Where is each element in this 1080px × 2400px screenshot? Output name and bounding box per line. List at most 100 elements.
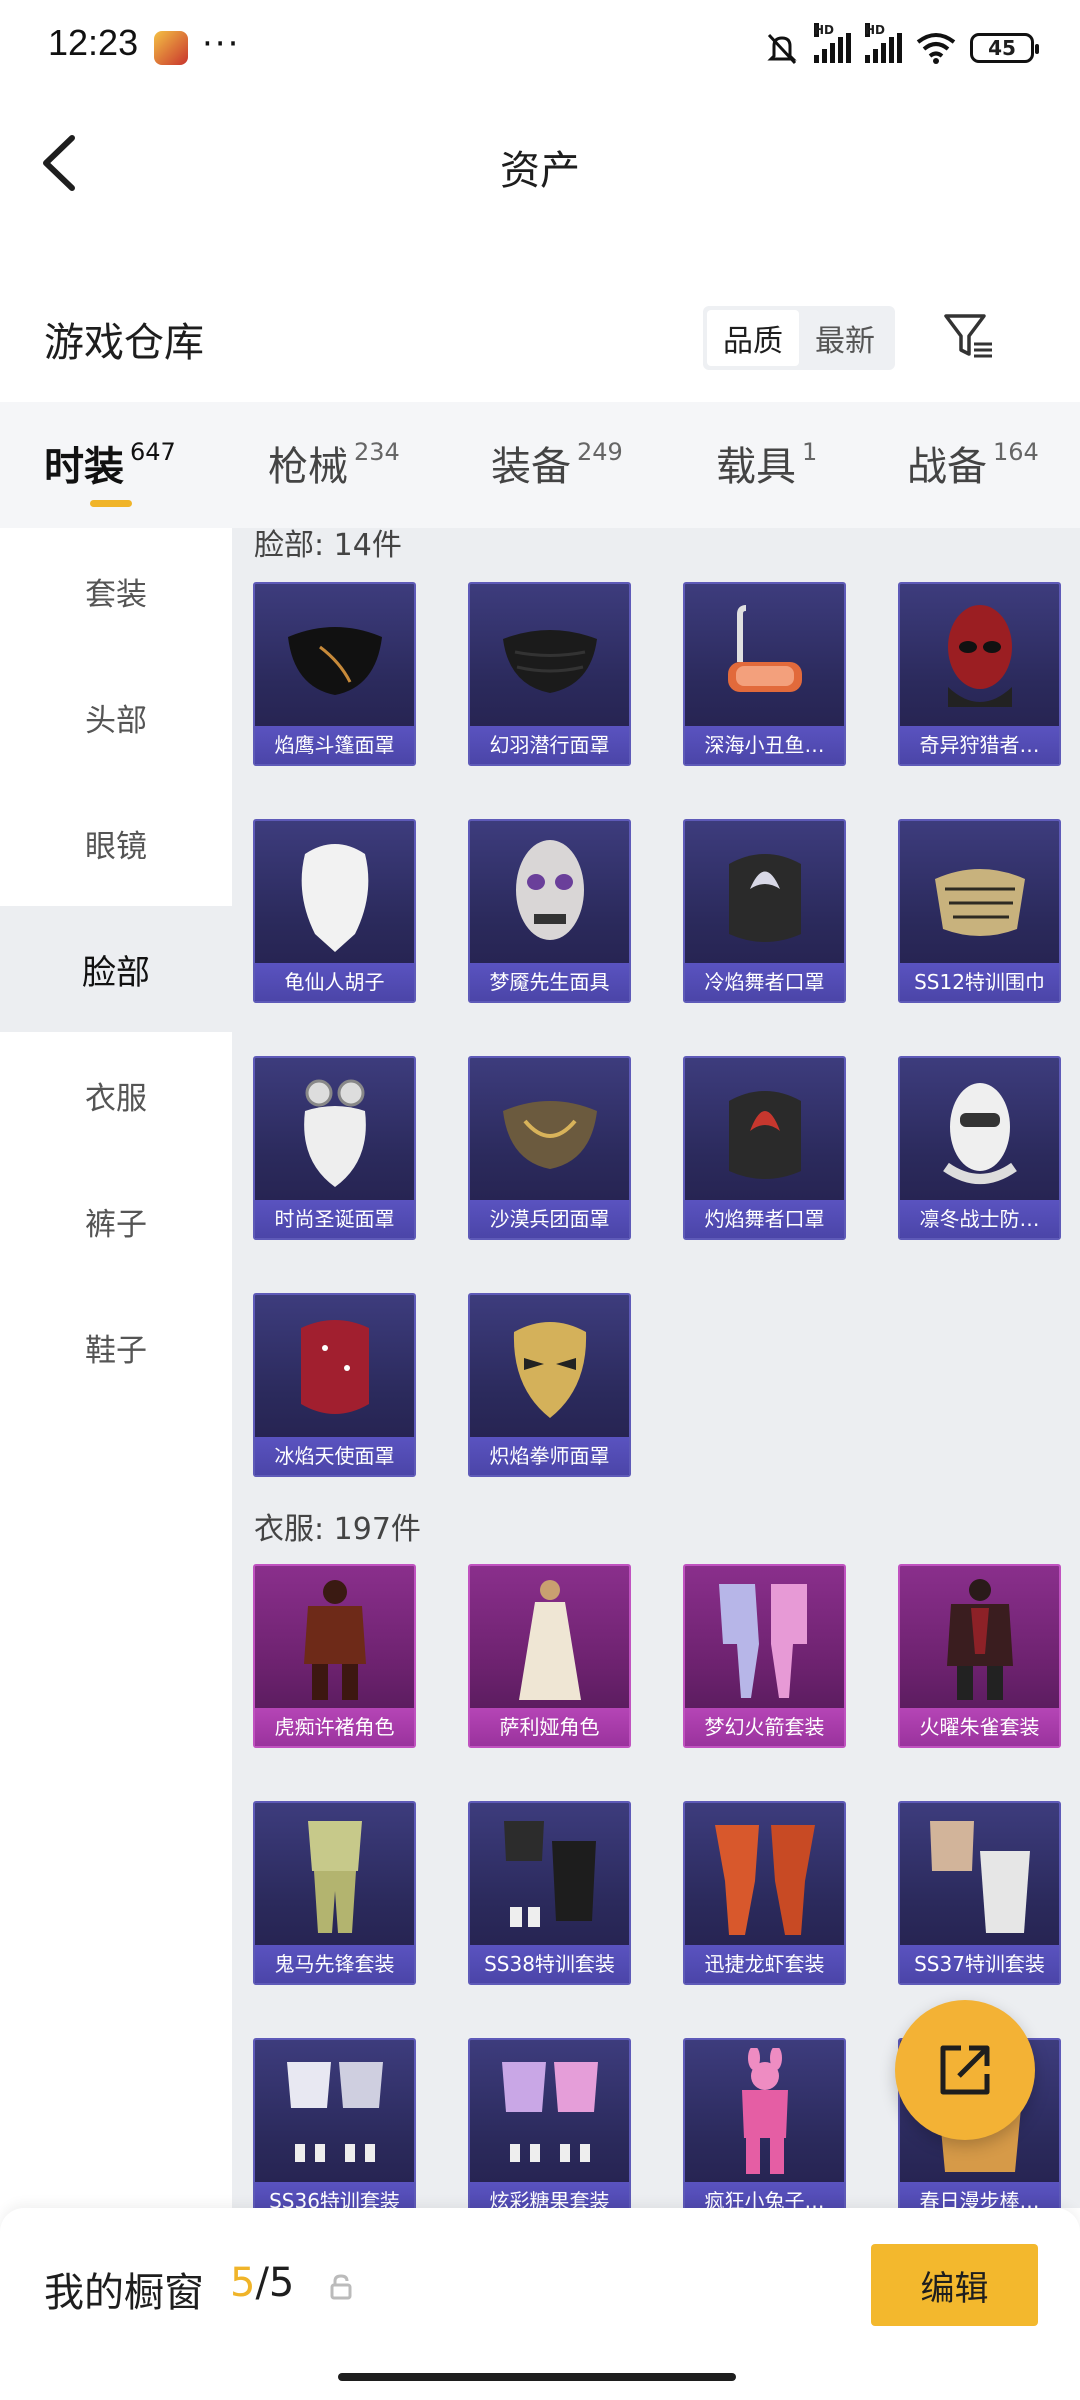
item-card[interactable]: 冷焰舞者口罩: [683, 819, 846, 1003]
skull-mask-icon: [470, 821, 629, 967]
snorkel-mask-icon: [685, 584, 844, 730]
item-name: 焰鹰斗篷面罩: [255, 726, 414, 764]
battery-level: 45: [988, 36, 1016, 60]
filter-icon[interactable]: [940, 308, 996, 364]
showcase-label: 我的橱窗: [44, 2270, 204, 2316]
item-card[interactable]: 冰焰天使面罩: [253, 1293, 416, 1477]
item-card[interactable]: 虎痴许褚角色: [253, 1564, 416, 1748]
tab-count: 234: [354, 438, 400, 466]
item-name: 冷焰舞者口罩: [685, 963, 844, 1001]
character-icon: [470, 1566, 629, 1712]
sort-quality-button[interactable]: 品质: [707, 310, 799, 366]
item-card[interactable]: 奇异狩猎者…: [898, 582, 1061, 766]
outfit-icon: [255, 2040, 414, 2186]
item-name: SS37特训套装: [900, 1945, 1059, 1983]
gold-mask-icon: [470, 1295, 629, 1441]
tab-supplies[interactable]: 战备 164: [907, 434, 1039, 492]
item-card[interactable]: 梦幻火箭套装: [683, 1564, 846, 1748]
sidebar-item-shoes[interactable]: 鞋子: [0, 1284, 232, 1410]
item-name: 灼焰舞者口罩: [685, 1200, 844, 1238]
balaclava-icon: [900, 1058, 1059, 1204]
mask-icon: [255, 584, 414, 730]
sidebar-item-face[interactable]: 脸部: [0, 906, 232, 1032]
lock-icon: [330, 2274, 352, 2300]
item-card[interactable]: 炽焰拳师面罩: [468, 1293, 631, 1477]
item-card[interactable]: 时尚圣诞面罩: [253, 1056, 416, 1240]
item-name: 梦魇先生面具: [470, 963, 629, 1001]
item-card[interactable]: SS36特训套装: [253, 2038, 416, 2208]
edit-button[interactable]: 编辑: [871, 2244, 1038, 2326]
item-name: 幻羽潜行面罩: [470, 726, 629, 764]
bunny-suit-icon: [685, 2040, 844, 2186]
lobster-suit-icon: [685, 1803, 844, 1949]
signal-icon-2: HD: [865, 23, 902, 63]
item-card[interactable]: 沙漠兵团面罩: [468, 1056, 631, 1240]
showcase-count-total: /5: [255, 2260, 295, 2306]
mask-icon: [255, 1295, 414, 1441]
item-name: 沙漠兵团面罩: [470, 1200, 629, 1238]
item-card[interactable]: 深海小丑鱼…: [683, 582, 846, 766]
status-time: 12:23: [48, 22, 139, 63]
item-card[interactable]: 梦魇先生面具: [468, 819, 631, 1003]
item-name: 凛冬战士防…: [900, 1200, 1059, 1238]
share-button[interactable]: [895, 2000, 1035, 2140]
tab-equipment[interactable]: 装备 249: [491, 434, 623, 492]
subcategory-sidebar: 套装 头部 眼镜 脸部 衣服 裤子 鞋子: [0, 528, 232, 2208]
showcase-count: 5/5: [230, 2260, 294, 2306]
item-card[interactable]: 幻羽潜行面罩: [468, 582, 631, 766]
item-card[interactable]: SS38特训套装: [468, 1801, 631, 1985]
tab-label: 载具: [716, 444, 796, 490]
outfit-icon: [900, 1803, 1059, 1949]
status-bar: 12:23 ··· HD HD 45: [0, 0, 1080, 96]
item-card[interactable]: 龟仙人胡子: [253, 819, 416, 1003]
item-name: 炫彩糖果套装: [470, 2182, 629, 2208]
outfit-icon: [470, 1803, 629, 1949]
page-title: 资产: [500, 148, 580, 194]
item-name: 时尚圣诞面罩: [255, 1200, 414, 1238]
mask-icon: [685, 821, 844, 967]
item-name: 鬼马先锋套装: [255, 1945, 414, 1983]
christmas-mask-icon: [255, 1058, 414, 1204]
item-card[interactable]: 焰鹰斗篷面罩: [253, 582, 416, 766]
item-name: 虎痴许褚角色: [255, 1708, 414, 1746]
tab-count: 1: [802, 438, 818, 466]
item-card[interactable]: 火曜朱雀套装: [898, 1564, 1061, 1748]
tab-guns[interactable]: 枪械 234: [268, 434, 400, 492]
mask-icon: [470, 1058, 629, 1204]
beard-icon: [255, 821, 414, 967]
item-card[interactable]: 灼焰舞者口罩: [683, 1056, 846, 1240]
hood-mask-icon: [900, 584, 1059, 730]
sidebar-item-head[interactable]: 头部: [0, 654, 232, 780]
item-card[interactable]: 炫彩糖果套装: [468, 2038, 631, 2208]
item-card[interactable]: 疯狂小兔子…: [683, 2038, 846, 2208]
battery-icon: 45: [970, 33, 1039, 63]
section-label-face: 脸部: 14件: [254, 528, 402, 563]
wifi-icon: [916, 33, 956, 64]
tab-fashion[interactable]: 时装 647: [44, 434, 176, 492]
sidebar-item-clothes[interactable]: 衣服: [0, 1032, 232, 1158]
active-tab-indicator: [90, 500, 132, 507]
item-card[interactable]: 萨利娅角色: [468, 1564, 631, 1748]
item-name: 炽焰拳师面罩: [470, 1437, 629, 1475]
game-app-icon: [154, 31, 188, 65]
sidebar-item-glasses[interactable]: 眼镜: [0, 780, 232, 906]
mute-icon: [767, 33, 797, 65]
sidebar-item-pants[interactable]: 裤子: [0, 1158, 232, 1284]
character-icon: [255, 1566, 414, 1712]
scarf-icon: [900, 821, 1059, 967]
tab-vehicles[interactable]: 载具 1: [716, 434, 817, 492]
tab-count: 647: [130, 438, 176, 466]
tab-count: 164: [993, 438, 1039, 466]
item-card[interactable]: 凛冬战士防…: [898, 1056, 1061, 1240]
item-name: 梦幻火箭套装: [685, 1708, 844, 1746]
suit-icon: [685, 1566, 844, 1712]
character-icon: [900, 1566, 1059, 1712]
item-card[interactable]: 鬼马先锋套装: [253, 1801, 416, 1985]
sort-newest-button[interactable]: 最新: [799, 310, 891, 366]
item-card[interactable]: SS12特训围巾: [898, 819, 1061, 1003]
tab-label: 时装: [44, 444, 124, 490]
item-card[interactable]: SS37特训套装: [898, 1801, 1061, 1985]
home-indicator[interactable]: [338, 2373, 736, 2381]
sidebar-item-sets[interactable]: 套装: [0, 528, 232, 654]
item-card[interactable]: 迅捷龙虾套装: [683, 1801, 846, 1985]
